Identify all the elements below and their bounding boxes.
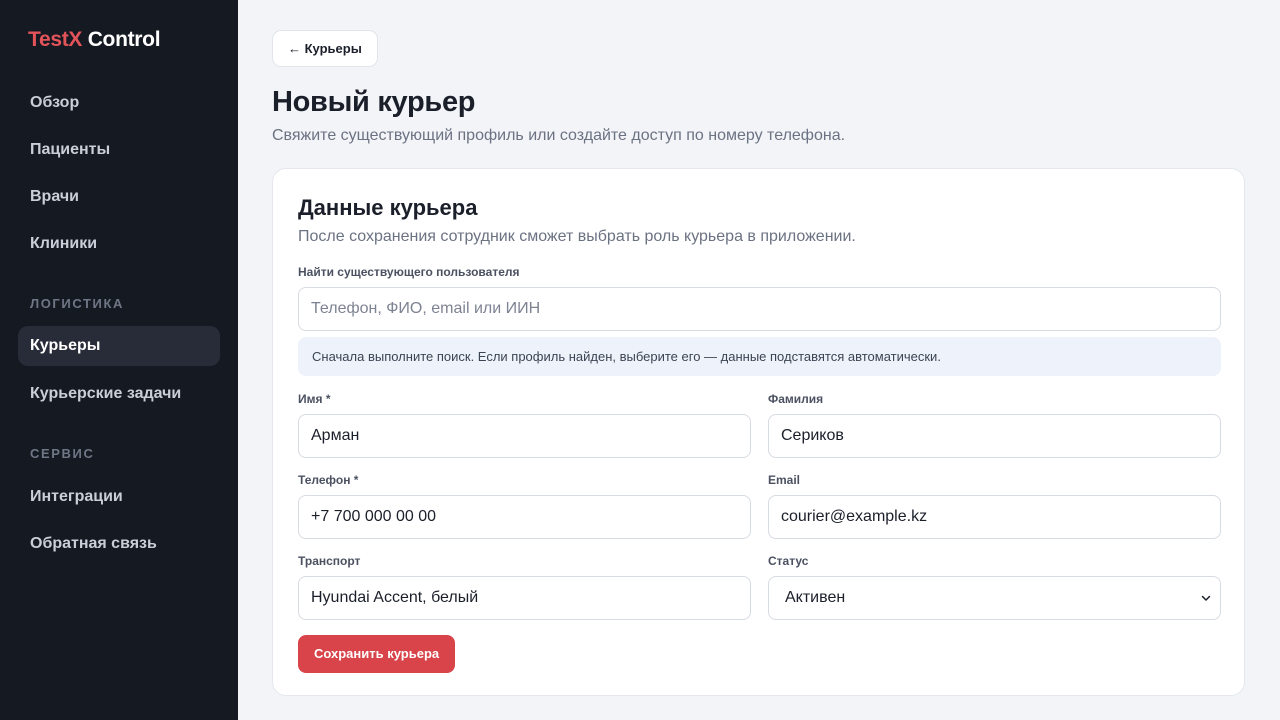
search-user-label: Найти существующего пользователя [298,265,520,279]
sidebar-section-logistics: ЛОГИСТИКА [30,296,125,311]
sidebar-item-feedback[interactable]: Обратная связь [18,524,220,564]
first-name-input[interactable] [298,414,751,458]
search-user-input[interactable] [298,287,1221,331]
search-hint: Сначала выполните поиск. Если профиль на… [298,337,1221,376]
sidebar-item-courier-tasks[interactable]: Курьерские задачи [18,374,220,414]
status-select[interactable]: Активен [768,576,1221,620]
logo-brand-primary: TestX [28,28,83,51]
transport-label: Транспорт [298,554,361,568]
app-logo[interactable]: TestX Control [28,28,161,52]
last-name-input[interactable] [768,414,1221,458]
status-select-value: Активен [785,589,846,606]
sidebar-section-service: СЕРВИС [30,446,95,461]
logo-brand-secondary: Control [87,28,161,51]
courier-form-card: Данные курьера После сохранения сотрудни… [272,168,1245,696]
sidebar: TestX Control Обзор Пациенты Врачи Клини… [0,0,238,720]
sidebar-item-doctors[interactable]: Врачи [18,177,220,217]
last-name-label: Фамилия [768,392,824,406]
status-label: Статус [768,554,809,568]
email-label: Email [768,473,801,487]
page-title: Новый курьер [272,86,476,118]
page-subtitle: Свяжите существующий профиль или создайт… [272,127,846,144]
transport-input[interactable] [298,576,751,620]
sidebar-item-couriers[interactable]: Курьеры [18,326,220,366]
sidebar-item-patients[interactable]: Пациенты [18,130,220,170]
back-to-couriers-button[interactable]: ← Курьеры [272,30,378,67]
save-courier-button[interactable]: Сохранить курьера [298,635,456,673]
form-title: Данные курьера [298,195,478,220]
form-subtitle: После сохранения сотрудник сможет выбрат… [298,228,856,245]
sidebar-item-overview[interactable]: Обзор [18,83,220,123]
phone-label: Телефон * [298,473,359,487]
sidebar-item-clinics[interactable]: Клиники [18,224,220,264]
email-input[interactable] [768,495,1221,539]
first-name-label: Имя * [298,392,331,406]
chevron-down-icon [1201,595,1211,601]
sidebar-item-integrations[interactable]: Интеграции [18,477,220,517]
phone-input[interactable] [298,495,751,539]
